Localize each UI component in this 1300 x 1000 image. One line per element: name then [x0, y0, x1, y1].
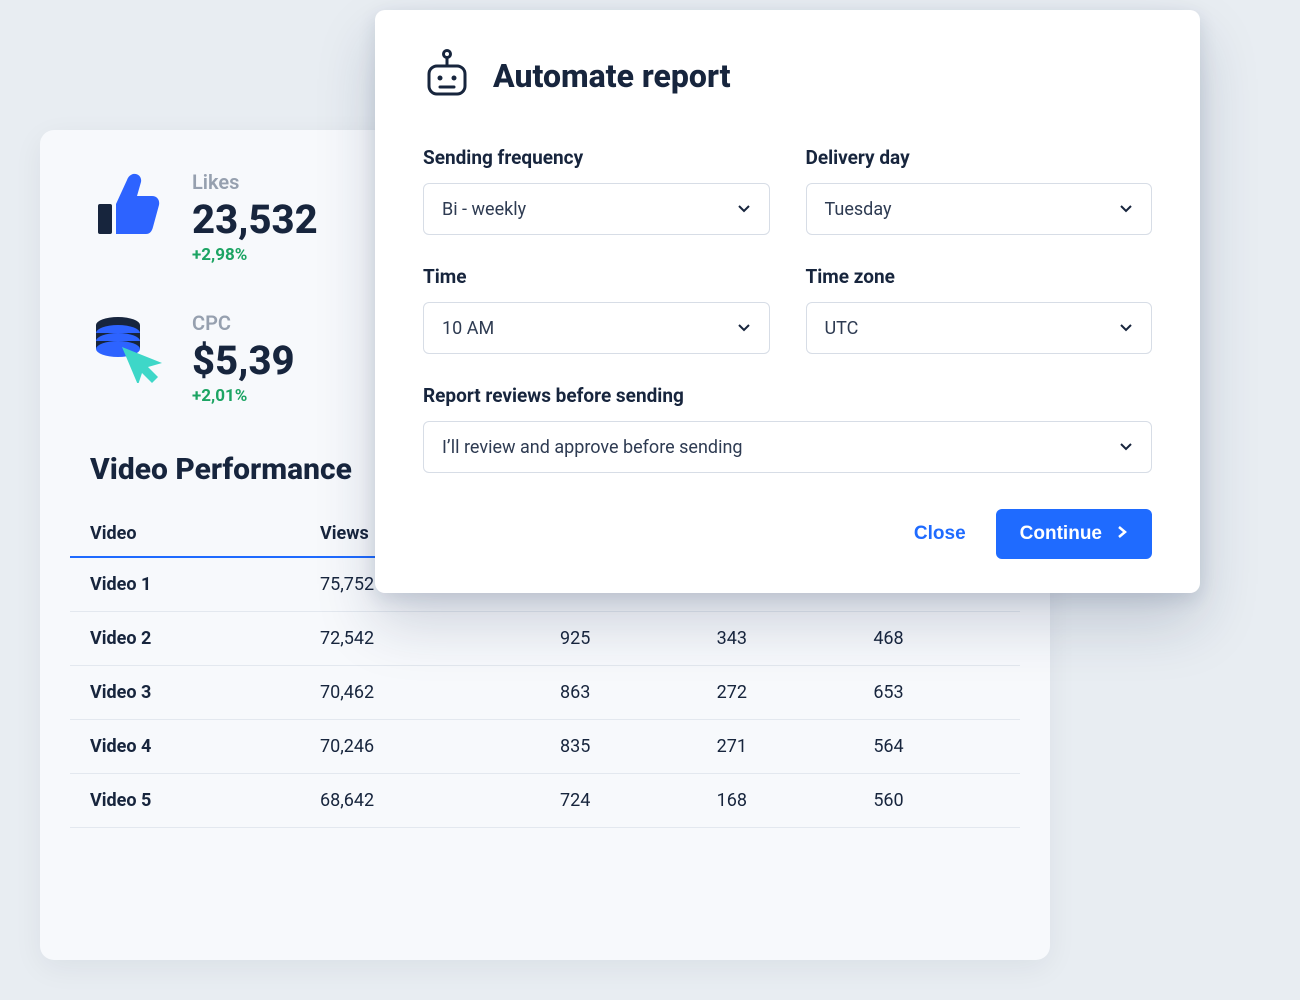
- automate-report-modal: Automate report Sending frequency Bi - w…: [375, 10, 1200, 593]
- metric-change: +2,01%: [192, 386, 295, 406]
- field-day: Delivery day Tuesday: [806, 146, 1153, 235]
- table-row: Video 568,642724168560: [70, 774, 1020, 828]
- select-value: Tuesday: [825, 199, 892, 220]
- metric-label: CPC: [192, 311, 295, 335]
- continue-label: Continue: [1020, 523, 1102, 545]
- robot-icon: [423, 48, 471, 104]
- select-value: I’ll review and approve before sending: [442, 437, 743, 458]
- metric-value: $5,39: [192, 337, 295, 384]
- table-row: Video 470,246835271564: [70, 720, 1020, 774]
- chevron-down-icon: [1119, 202, 1133, 216]
- field-label: Report reviews before sending: [423, 384, 1152, 407]
- metric-value: 23,532: [192, 196, 318, 243]
- chevron-right-icon: [1116, 523, 1128, 545]
- modal-title: Automate report: [493, 57, 731, 95]
- table-row: Video 272,542925343468: [70, 612, 1020, 666]
- table-row: Video 370,462863272653: [70, 666, 1020, 720]
- select-value: Bi - weekly: [442, 199, 526, 220]
- chevron-down-icon: [1119, 440, 1133, 454]
- tz-select[interactable]: UTC: [806, 302, 1153, 354]
- select-value: 10 AM: [442, 318, 494, 339]
- chevron-down-icon: [1119, 321, 1133, 335]
- col-video: Video: [70, 513, 310, 557]
- chevron-down-icon: [737, 202, 751, 216]
- close-button[interactable]: Close: [914, 523, 966, 545]
- field-tz: Time zone UTC: [806, 265, 1153, 354]
- field-time: Time 10 AM: [423, 265, 770, 354]
- field-review: Report reviews before sending I’ll revie…: [423, 384, 1152, 473]
- day-select[interactable]: Tuesday: [806, 183, 1153, 235]
- time-select[interactable]: 10 AM: [423, 302, 770, 354]
- field-frequency: Sending frequency Bi - weekly: [423, 146, 770, 235]
- field-label: Sending frequency: [423, 146, 770, 169]
- metric-label: Likes: [192, 170, 318, 194]
- select-value: UTC: [825, 318, 859, 339]
- chevron-down-icon: [737, 321, 751, 335]
- continue-button[interactable]: Continue: [996, 509, 1152, 559]
- frequency-select[interactable]: Bi - weekly: [423, 183, 770, 235]
- field-label: Time zone: [806, 265, 1153, 288]
- metric-change: +2,98%: [192, 245, 318, 265]
- field-label: Delivery day: [806, 146, 1153, 169]
- cpc-icon: [90, 311, 170, 383]
- review-select[interactable]: I’ll review and approve before sending: [423, 421, 1152, 473]
- likes-icon: [90, 170, 170, 240]
- field-label: Time: [423, 265, 770, 288]
